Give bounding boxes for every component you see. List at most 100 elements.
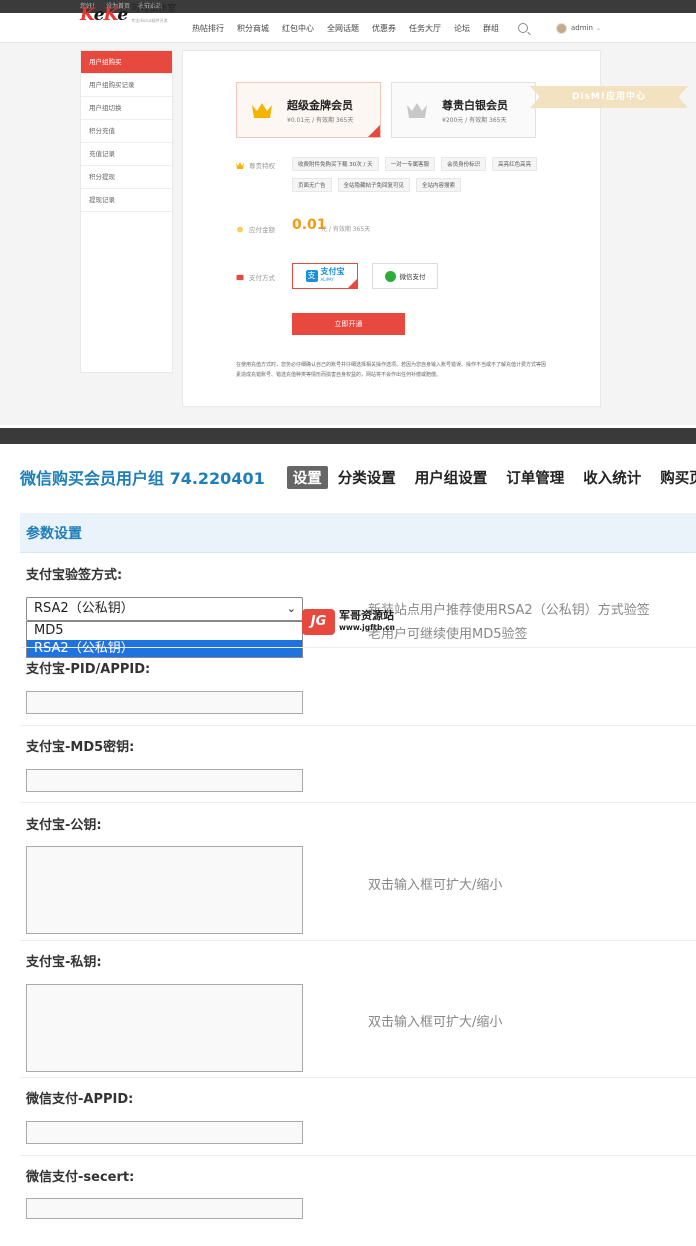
private-key-textarea[interactable] bbox=[26, 984, 303, 1072]
divider bbox=[20, 1077, 696, 1078]
plugin-title: 微信购买会员用户组 74.220401 bbox=[20, 469, 265, 488]
wechat-appid-input[interactable] bbox=[26, 1121, 303, 1144]
option-rsa2[interactable]: RSA2（公私钥） bbox=[27, 639, 302, 657]
amount-unit: 元 / 有效期 365天 bbox=[321, 226, 371, 233]
nav-item-topics[interactable]: 全网话题 bbox=[327, 23, 359, 34]
site-watermark: JG 军哥资源站 www.jgftb.cn bbox=[302, 609, 395, 635]
selected-corner bbox=[368, 125, 380, 137]
sign-method-label: 支付宝验签方式: bbox=[26, 568, 123, 583]
section-header: 参数设置 bbox=[20, 513, 696, 553]
public-key-label: 支付宝-公钥: bbox=[26, 818, 102, 833]
plan-price: ¥200元 / 有效期 365天 bbox=[442, 117, 507, 124]
public-key-textarea[interactable] bbox=[26, 846, 303, 934]
nav-item-coupons[interactable]: 优惠券 bbox=[372, 23, 396, 34]
logo-text: 可可工作室 专注discuz插件开发 bbox=[131, 4, 177, 24]
tab-orders[interactable]: 订单管理 bbox=[506, 467, 564, 488]
recharge-notice: 在使用充值方式时，您务必仔细确认自己的账号并仔细选择相关操作选项。若因为您自身输… bbox=[236, 362, 547, 378]
privilege-tag: 收费附件免购买下载 30次 / 天 bbox=[292, 157, 379, 171]
gold-crown-icon bbox=[252, 103, 272, 118]
privilege-tag: 全站内容搜索 bbox=[416, 178, 462, 192]
section-title: 参数设置 bbox=[26, 526, 82, 542]
side-item-withdraw[interactable]: 积分提现 bbox=[81, 166, 172, 189]
logo-mark: KeKe bbox=[80, 5, 128, 25]
divider bbox=[20, 1155, 696, 1156]
plan-card-silver[interactable]: 尊贵白银会员 ¥200元 / 有效期 365天 bbox=[391, 82, 536, 138]
alipay-option[interactable]: 支 支付宝 ALIPAY bbox=[292, 263, 358, 289]
tab-usergroup-settings[interactable]: 用户组设置 bbox=[415, 467, 488, 488]
site-logo[interactable]: KeKe 可可工作室 专注discuz插件开发 bbox=[80, 4, 177, 26]
privilege-tag: 高亮红色高亮 bbox=[492, 157, 538, 171]
divider bbox=[20, 647, 696, 648]
side-item-recharge[interactable]: 积分充值 bbox=[81, 120, 172, 143]
tab-settings[interactable]: 设置 bbox=[286, 465, 328, 489]
privilege-label: 尊贵特权 bbox=[236, 160, 275, 170]
sign-method-value: RSA2（公私钥） bbox=[34, 601, 134, 616]
plan-title: 尊贵白银会员 bbox=[442, 99, 508, 112]
md5-key-input[interactable] bbox=[26, 769, 303, 792]
private-key-hint: 双击输入框可扩大/缩小 bbox=[368, 1015, 503, 1030]
chevron-down-icon: ⌄ bbox=[595, 24, 601, 32]
side-item-switch-group[interactable]: 用户组切换 bbox=[81, 97, 172, 120]
wechat-secret-input[interactable] bbox=[26, 1198, 303, 1219]
silver-crown-icon bbox=[407, 103, 427, 118]
privilege-tag: 页面无广告 bbox=[292, 178, 332, 192]
sign-hint-1: 新装站点用户推荐使用RSA2（公私钥）方式验签 bbox=[368, 603, 650, 618]
wallet-icon bbox=[236, 274, 244, 280]
sign-method-select[interactable]: RSA2（公私钥） ⌄ bbox=[26, 597, 303, 621]
open-now-button[interactable]: 立即开通 bbox=[292, 313, 405, 335]
wechat-appid-label: 微信支付-APPID: bbox=[26, 1092, 134, 1107]
user-menu[interactable]: admin ⌄ bbox=[556, 13, 601, 43]
side-menu: 用户组购买 用户组购买记录 用户组切换 积分充值 充值记录 积分提现 提现记录 bbox=[80, 50, 173, 373]
tab-income-stats[interactable]: 收入统计 bbox=[583, 467, 641, 488]
side-item-buy-records[interactable]: 用户组购买记录 bbox=[81, 74, 172, 97]
username: admin bbox=[571, 24, 593, 32]
privilege-tag: 会员身份标识 bbox=[441, 157, 487, 171]
divider bbox=[20, 940, 696, 941]
public-key-hint: 双击输入框可扩大/缩小 bbox=[368, 878, 503, 893]
plan-title: 超级金牌会员 bbox=[287, 99, 353, 112]
side-item-buy-group[interactable]: 用户组购买 bbox=[81, 51, 172, 74]
pid-label: 支付宝-PID/APPID: bbox=[26, 662, 151, 677]
watermark-badge: JG bbox=[302, 609, 335, 635]
watermark-ribbon: DisM!应用中心 bbox=[530, 86, 688, 108]
coin-icon bbox=[236, 225, 244, 233]
alipay-label: 支付宝 ALIPAY bbox=[320, 267, 345, 283]
member-purchase-screenshot: 您好！ 设为首页 收藏本站 KeKe 可可工作室 专注discuz插件开发 热帖排… bbox=[0, 0, 696, 425]
nav-item-forum[interactable]: 论坛 bbox=[454, 23, 470, 34]
side-item-withdraw-records[interactable]: 提现记录 bbox=[81, 189, 172, 212]
nav-item-redpacket[interactable]: 红包中心 bbox=[282, 23, 314, 34]
wechat-secret-label: 微信支付-secert: bbox=[26, 1170, 135, 1185]
watermark-text: 军哥资源站 www.jgftb.cn bbox=[339, 609, 395, 633]
separator-bar bbox=[0, 428, 696, 444]
plugin-title-row: 微信购买会员用户组 74.220401 设置 分类设置 用户组设置 订单管理 收… bbox=[20, 462, 696, 492]
privilege-tag: 全站隐藏帖子免回复可见 bbox=[337, 178, 411, 192]
search-icon[interactable] bbox=[518, 23, 528, 33]
amount-label: 应付金额 bbox=[236, 224, 275, 234]
wechat-icon bbox=[384, 270, 396, 282]
avatar bbox=[556, 22, 567, 34]
nav-item-hot[interactable]: 热帖排行 bbox=[192, 23, 224, 34]
option-md5[interactable]: MD5 bbox=[27, 622, 302, 640]
nav-item-shop[interactable]: 积分商城 bbox=[237, 23, 269, 34]
private-key-label: 支付宝-私钥: bbox=[26, 955, 102, 970]
sign-method-dropdown: MD5 RSA2（公私钥） bbox=[26, 621, 303, 658]
md5-key-label: 支付宝-MD5密钥: bbox=[26, 740, 135, 755]
wechat-pay-option[interactable]: 微信支付 bbox=[372, 263, 438, 289]
nav-item-tasks[interactable]: 任务大厅 bbox=[409, 23, 441, 34]
side-item-recharge-records[interactable]: 充值记录 bbox=[81, 143, 172, 166]
wechat-pay-label: 微信支付 bbox=[399, 273, 426, 281]
privilege-tags-row1: 收费附件免购买下载 30次 / 天 一对一专属客服 会员身份标识 高亮红色高亮 bbox=[292, 157, 538, 171]
tab-category-settings[interactable]: 分类设置 bbox=[338, 467, 396, 488]
privilege-tags-row2: 页面无广告 全站隐藏帖子免回复可见 全站内容搜索 bbox=[292, 178, 462, 192]
plan-price: ¥0.01元 / 有效期 365天 bbox=[287, 117, 354, 124]
alipay-icon: 支 bbox=[305, 270, 318, 282]
tab-purchase-page[interactable]: 购买页 bbox=[660, 467, 696, 488]
divider bbox=[20, 802, 696, 803]
pay-method-label: 支付方式 bbox=[236, 272, 275, 282]
plan-card-gold[interactable]: 超级金牌会员 ¥0.01元 / 有效期 365天 bbox=[236, 82, 381, 138]
nav-item-groups[interactable]: 群组 bbox=[483, 23, 499, 34]
chevron-down-icon: ⌄ bbox=[286, 602, 296, 615]
main-nav: 热帖排行 积分商城 红包中心 全网话题 优惠券 任务大厅 论坛 群组 bbox=[192, 13, 512, 43]
pid-input[interactable] bbox=[26, 691, 303, 714]
crown-icon bbox=[236, 161, 244, 169]
